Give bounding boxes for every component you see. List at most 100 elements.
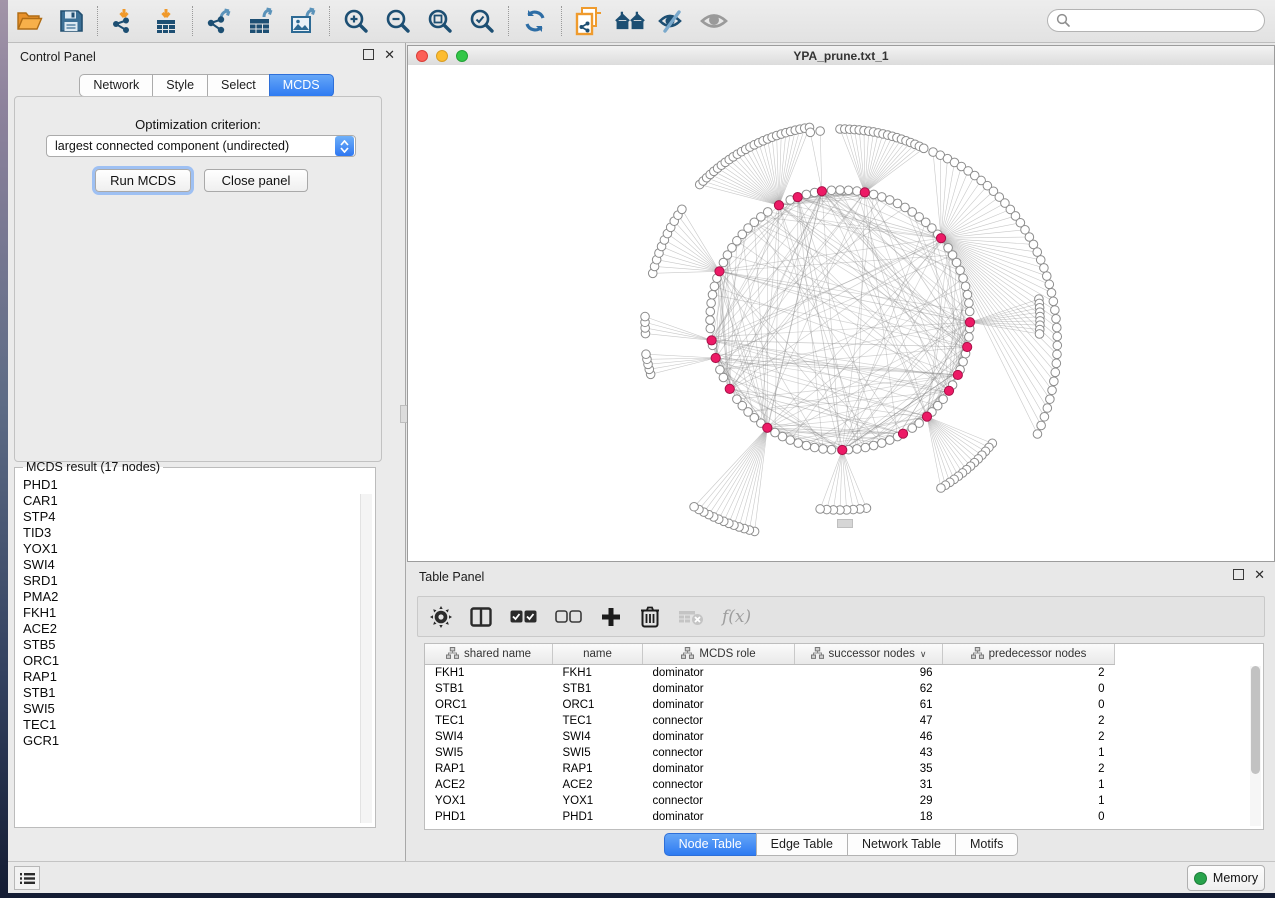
cell[interactable]: dominator xyxy=(643,809,795,825)
cell[interactable]: ORC1 xyxy=(553,697,643,713)
cell[interactable]: 1 xyxy=(943,745,1115,761)
cell[interactable]: RAP1 xyxy=(425,761,553,777)
tab-network-table[interactable]: Network Table xyxy=(847,833,955,856)
columns-icon[interactable] xyxy=(470,604,492,630)
cell[interactable]: PHD1 xyxy=(553,809,643,825)
mcds-result-item[interactable]: PHD1 xyxy=(23,477,373,493)
table-row[interactable]: SWI5SWI5connector431 xyxy=(425,745,1115,761)
deselect-all-icon[interactable] xyxy=(555,604,582,630)
table-scrollbar-thumb[interactable] xyxy=(1251,666,1260,774)
mcds-result-item[interactable]: STB5 xyxy=(23,637,373,653)
cell[interactable]: SWI5 xyxy=(553,745,643,761)
close-panel-icon[interactable]: ✕ xyxy=(384,50,395,60)
mcds-result-item[interactable]: STB1 xyxy=(23,685,373,701)
mcds-result-item[interactable]: SRD1 xyxy=(23,573,373,589)
zoom-out-icon[interactable] xyxy=(383,6,413,36)
cell[interactable]: FKH1 xyxy=(425,665,553,682)
cell[interactable]: FKH1 xyxy=(553,665,643,682)
mcds-result-item[interactable]: YOX1 xyxy=(23,541,373,557)
table-row[interactable]: TEC1TEC1connector472 xyxy=(425,713,1115,729)
first-neighbors-icon[interactable] xyxy=(615,6,645,36)
cell[interactable]: dominator xyxy=(643,681,795,697)
cell[interactable]: TEC1 xyxy=(425,713,553,729)
table-row[interactable]: PHD1PHD1dominator180 xyxy=(425,809,1115,825)
import-table-icon[interactable] xyxy=(151,6,181,36)
memory-button[interactable]: Memory xyxy=(1187,865,1265,891)
gear-icon[interactable] xyxy=(430,604,452,630)
select-all-icon[interactable] xyxy=(510,604,537,630)
tab-edge-table[interactable]: Edge Table xyxy=(756,833,847,856)
zoom-in-icon[interactable] xyxy=(341,6,371,36)
mcds-result-item[interactable]: PMA2 xyxy=(23,589,373,605)
mcds-result-item[interactable]: SWI4 xyxy=(23,557,373,573)
mcds-result-item[interactable]: CAR1 xyxy=(23,493,373,509)
tab-node-table[interactable]: Node Table xyxy=(664,833,756,856)
cell[interactable]: 1 xyxy=(943,793,1115,809)
tab-mcds[interactable]: MCDS xyxy=(269,74,334,97)
float-panel-icon[interactable] xyxy=(1233,569,1244,580)
cell[interactable]: SWI5 xyxy=(425,745,553,761)
delete-table-icon[interactable] xyxy=(678,604,704,630)
cell[interactable]: ACE2 xyxy=(425,777,553,793)
cell[interactable]: 29 xyxy=(795,793,943,809)
trash-icon[interactable] xyxy=(640,604,660,630)
tab-style[interactable]: Style xyxy=(152,74,207,97)
mcds-result-item[interactable]: RAP1 xyxy=(23,669,373,685)
save-session-icon[interactable] xyxy=(56,6,86,36)
horizontal-splitter-handle[interactable] xyxy=(837,519,853,528)
cell[interactable]: 0 xyxy=(943,681,1115,697)
cell[interactable]: STB1 xyxy=(425,681,553,697)
cell[interactable]: 1 xyxy=(943,777,1115,793)
float-panel-icon[interactable] xyxy=(363,49,374,60)
cell[interactable]: connector xyxy=(643,793,795,809)
cell[interactable]: 46 xyxy=(795,729,943,745)
mcds-list-scrollbar[interactable] xyxy=(360,494,372,823)
cell[interactable]: 31 xyxy=(795,777,943,793)
column-header-name[interactable]: name xyxy=(553,644,643,665)
mcds-result-item[interactable]: SWI5 xyxy=(23,701,373,717)
table-row[interactable]: ACE2ACE2connector311 xyxy=(425,777,1115,793)
mcds-result-item[interactable]: STP4 xyxy=(23,509,373,525)
table-row[interactable]: FKH1FKH1dominator962 xyxy=(425,665,1115,682)
cell[interactable]: SWI4 xyxy=(425,729,553,745)
show-all-icon[interactable] xyxy=(699,6,729,36)
run-mcds-button[interactable]: Run MCDS xyxy=(95,169,191,192)
cell[interactable]: ACE2 xyxy=(553,777,643,793)
column-header-predecessor-nodes[interactable]: predecessor nodes xyxy=(943,644,1115,665)
export-network-icon[interactable] xyxy=(204,6,234,36)
cell[interactable]: 35 xyxy=(795,761,943,777)
cell[interactable]: connector xyxy=(643,713,795,729)
function-icon[interactable]: f(x) xyxy=(722,604,751,630)
mcds-result-item[interactable]: GCR1 xyxy=(23,733,373,749)
refresh-icon[interactable] xyxy=(520,6,550,36)
cell[interactable]: 2 xyxy=(943,761,1115,777)
cell[interactable]: ORC1 xyxy=(425,697,553,713)
tab-motifs[interactable]: Motifs xyxy=(955,833,1018,856)
close-panel-button[interactable]: Close panel xyxy=(204,169,308,192)
cell[interactable]: SWI4 xyxy=(553,729,643,745)
criterion-select[interactable]: largest connected component (undirected) xyxy=(46,135,356,157)
tab-network[interactable]: Network xyxy=(79,74,152,97)
cell[interactable]: 18 xyxy=(795,809,943,825)
cell[interactable]: connector xyxy=(643,745,795,761)
cell[interactable]: YOX1 xyxy=(425,793,553,809)
show-panels-list-button[interactable] xyxy=(14,866,40,890)
cell[interactable]: 96 xyxy=(795,665,943,682)
column-header-mcds-role[interactable]: MCDS role xyxy=(643,644,795,665)
close-panel-icon[interactable]: ✕ xyxy=(1254,570,1265,580)
new-network-from-selection-icon[interactable] xyxy=(573,6,603,36)
cell[interactable]: 61 xyxy=(795,697,943,713)
column-header-successor-nodes[interactable]: successor nodes∨ xyxy=(795,644,943,665)
export-table-icon[interactable] xyxy=(246,6,276,36)
cell[interactable]: TEC1 xyxy=(553,713,643,729)
cell[interactable]: STB1 xyxy=(553,681,643,697)
table-row[interactable]: STB1STB1dominator620 xyxy=(425,681,1115,697)
add-icon[interactable] xyxy=(600,604,622,630)
cell[interactable]: 0 xyxy=(943,809,1115,825)
column-header-shared-name[interactable]: shared name xyxy=(425,644,553,665)
cell[interactable]: 43 xyxy=(795,745,943,761)
cell[interactable]: PHD1 xyxy=(425,809,553,825)
mcds-result-item[interactable]: ORC1 xyxy=(23,653,373,669)
mcds-result-item[interactable]: ACE2 xyxy=(23,621,373,637)
search-input[interactable] xyxy=(1047,9,1265,32)
